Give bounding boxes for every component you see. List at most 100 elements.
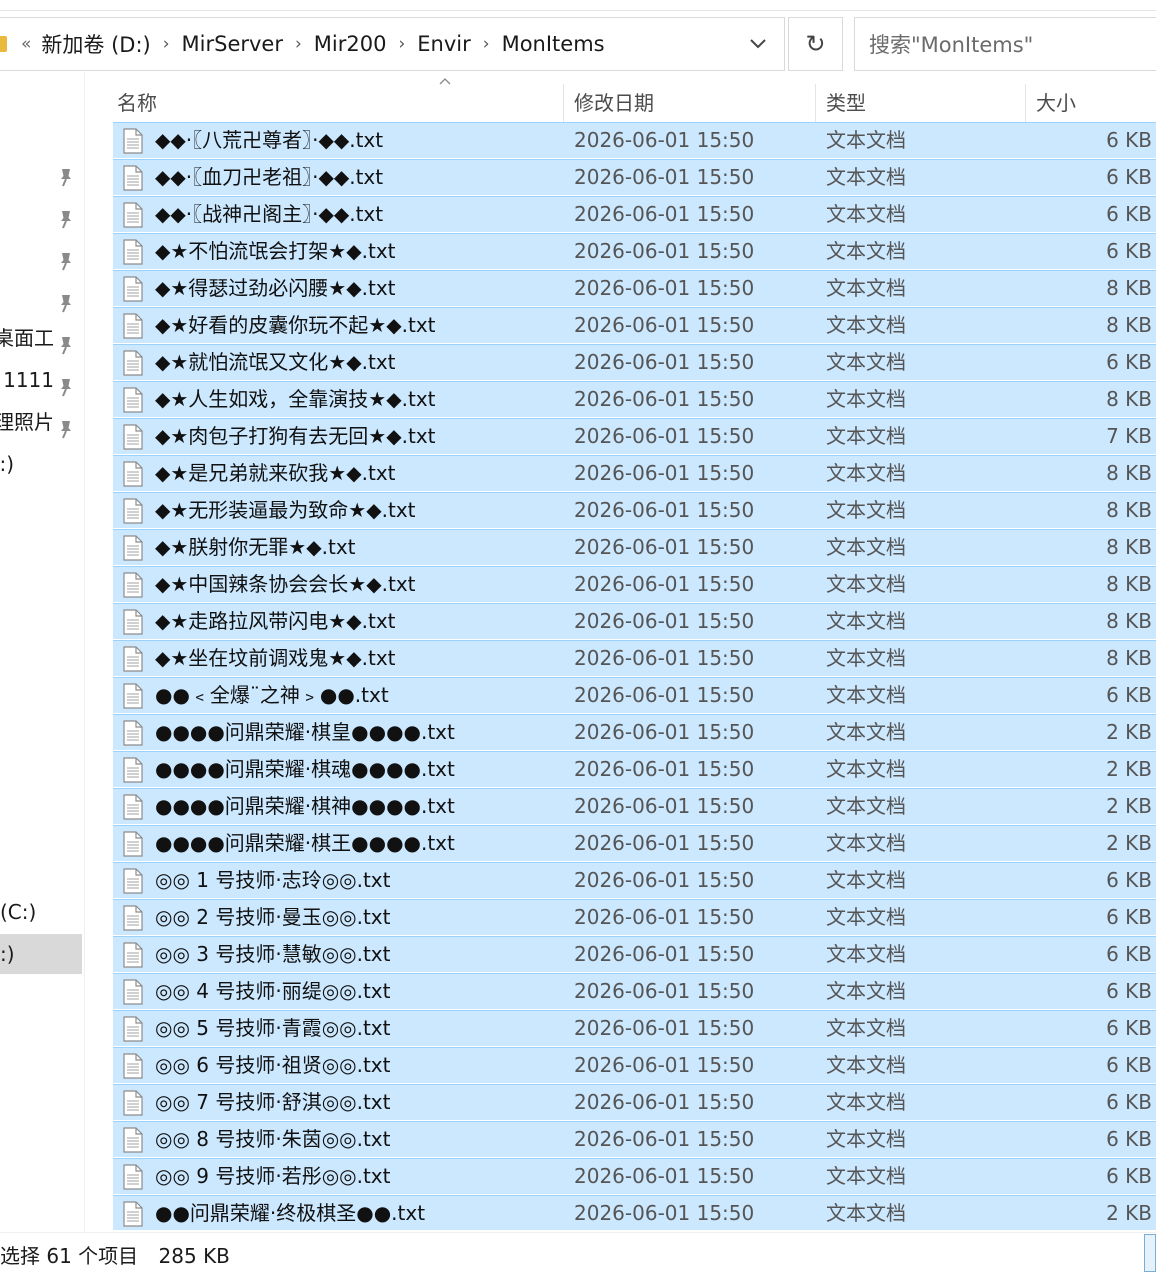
pin-icon[interactable] <box>56 412 76 439</box>
breadcrumb-mir200[interactable]: Mir200 <box>314 32 387 56</box>
nav-quick-access-item[interactable] <box>0 234 82 274</box>
breadcrumb-chevron-icon[interactable]: › <box>163 34 170 54</box>
column-header-size[interactable]: 大小 <box>1032 80 1156 126</box>
search-box[interactable] <box>854 17 1156 71</box>
file-row[interactable]: ◎◎ 4 号技师·丽缇◎◎.txt 2026-06-01 15:50 文本文档 6 K… <box>113 973 1156 1009</box>
file-row[interactable]: ◆★肉包子打狗有去无回★◆.txt 2026-06-01 15:50 文本文档 7 K… <box>113 418 1156 454</box>
file-type: 文本文档 <box>826 1016 906 1040</box>
file-row[interactable]: ●●●●问鼎荣耀·棋皇●●●●.txt 2026-06-01 15:50 文本文档 2… <box>113 714 1156 750</box>
file-row[interactable]: ●●●●问鼎荣耀·棋神●●●●.txt 2026-06-01 15:50 文本文档 2… <box>113 788 1156 824</box>
text-file-icon <box>123 942 143 968</box>
file-row[interactable]: ●●﹤全爆¨之神﹥●●.txt 2026-06-01 15:50 文本文档 6 KB <box>113 677 1156 713</box>
file-row[interactable]: ◎◎ 5 号技师·青霞◎◎.txt 2026-06-01 15:50 文本文档 6 K… <box>113 1010 1156 1046</box>
text-file-icon <box>123 572 143 598</box>
column-header-name[interactable]: 名称 <box>113 80 563 126</box>
pin-icon[interactable] <box>56 370 76 397</box>
column-header-date[interactable]: 修改日期 <box>570 80 815 126</box>
file-name: ◆★好看的皮囊你玩不起★◆.txt <box>155 313 436 337</box>
breadcrumb-envir[interactable]: Envir <box>417 32 470 56</box>
file-row[interactable]: ◎◎ 3 号技师·慧敏◎◎.txt 2026-06-01 15:50 文本文档 6 K… <box>113 936 1156 972</box>
file-row[interactable]: ◆★就怕流氓又文化★◆.txt 2026-06-01 15:50 文本文档 6 KB <box>113 344 1156 380</box>
file-date: 2026-06-01 15:50 <box>574 1016 755 1040</box>
nav-quick-access-item[interactable]: 理照片 <box>0 402 82 442</box>
breadcrumb-mirserver[interactable]: MirServer <box>182 32 283 56</box>
file-row[interactable]: ◎◎ 8 号技师·朱茵◎◎.txt 2026-06-01 15:50 文本文档 6 K… <box>113 1121 1156 1157</box>
breadcrumb-chevron-icon[interactable]: › <box>398 34 405 54</box>
file-date: 2026-06-01 15:50 <box>574 942 755 966</box>
search-input[interactable] <box>867 30 1151 60</box>
pin-icon[interactable] <box>56 328 76 355</box>
breadcrumb-chevron-icon[interactable]: › <box>483 34 490 54</box>
refresh-button[interactable]: ↻ <box>788 17 843 71</box>
nav-item-label: 理照片 <box>0 410 54 434</box>
file-type: 文本文档 <box>826 757 906 781</box>
column-resize-handle[interactable] <box>563 84 564 124</box>
nav-quick-access-item[interactable] <box>0 276 82 316</box>
file-list[interactable]: ◆◆·〖八荒卍尊者〗·◆◆.txt 2026-06-01 15:50 文本文档 6 K… <box>113 122 1156 1230</box>
file-size: 2 KB <box>1106 1201 1152 1225</box>
file-row[interactable]: ◎◎ 1 号技师·志玲◎◎.txt 2026-06-01 15:50 文本文档 6 K… <box>113 862 1156 898</box>
file-name: ◎◎ 4 号技师·丽缇◎◎.txt <box>155 979 391 1003</box>
navigation-pane-divider[interactable] <box>84 72 85 1232</box>
file-row[interactable]: ◆★无形装逼最为致命★◆.txt 2026-06-01 15:50 文本文档 8 KB <box>113 492 1156 528</box>
file-row[interactable]: ●●问鼎荣耀·终极棋圣●●.txt 2026-06-01 15:50 文本文档 2 K… <box>113 1195 1156 1230</box>
file-row[interactable]: ◆★朕射你无罪★◆.txt 2026-06-01 15:50 文本文档 8 KB <box>113 529 1156 565</box>
file-row[interactable]: ◎◎ 2 号技师·曼玉◎◎.txt 2026-06-01 15:50 文本文档 6 K… <box>113 899 1156 935</box>
pin-icon[interactable] <box>56 160 76 187</box>
nav-drive-item[interactable]: (C:) <box>0 892 82 932</box>
file-name: ◎◎ 7 号技师·舒淇◎◎.txt <box>155 1090 391 1114</box>
column-resize-handle[interactable] <box>1025 84 1026 124</box>
file-type: 文本文档 <box>826 276 906 300</box>
file-type: 文本文档 <box>826 942 906 966</box>
file-name: ◎◎ 1 号技师·志玲◎◎.txt <box>155 868 391 892</box>
file-row[interactable]: ◆★人生如戏，全靠演技★◆.txt 2026-06-01 15:50 文本文档 8 K… <box>113 381 1156 417</box>
text-file-icon <box>123 461 143 487</box>
file-row[interactable]: ◆★走路拉风带闪电★◆.txt 2026-06-01 15:50 文本文档 8 KB <box>113 603 1156 639</box>
file-row[interactable]: ◆★中国辣条协会会长★◆.txt 2026-06-01 15:50 文本文档 8 KB <box>113 566 1156 602</box>
nav-quick-access-item[interactable]: 1111 <box>0 360 82 400</box>
nav-drive-item[interactable]: :) <box>0 934 82 974</box>
file-name: ◆★不怕流氓会打架★◆.txt <box>155 239 396 263</box>
text-file-icon <box>123 313 143 339</box>
file-type: 文本文档 <box>826 831 906 855</box>
file-row[interactable]: ◎◎ 9 号技师·若彤◎◎.txt 2026-06-01 15:50 文本文档 6 K… <box>113 1158 1156 1194</box>
file-row[interactable]: ●●●●问鼎荣耀·棋王●●●●.txt 2026-06-01 15:50 文本文档 2… <box>113 825 1156 861</box>
address-bar[interactable]: « 新加卷 (D:) › MirServer › Mir200 › Envir … <box>0 17 785 71</box>
nav-quick-access-item[interactable] <box>0 192 82 232</box>
address-history-button[interactable] <box>732 18 784 70</box>
breadcrumb-overflow-icon[interactable]: « <box>21 34 31 54</box>
file-row[interactable]: ◎◎ 6 号技师·祖贤◎◎.txt 2026-06-01 15:50 文本文档 6 K… <box>113 1047 1156 1083</box>
file-size: 6 KB <box>1106 1164 1152 1188</box>
file-size: 8 KB <box>1106 313 1152 337</box>
breadcrumb-chevron-icon[interactable]: › <box>295 34 302 54</box>
file-type: 文本文档 <box>826 387 906 411</box>
file-size: 8 KB <box>1106 535 1152 559</box>
text-file-icon <box>123 1164 143 1190</box>
file-row[interactable]: ◆◆·〖八荒卍尊者〗·◆◆.txt 2026-06-01 15:50 文本文档 6 K… <box>113 122 1156 158</box>
file-row[interactable]: ◆★好看的皮囊你玩不起★◆.txt 2026-06-01 15:50 文本文档 8 K… <box>113 307 1156 343</box>
file-row[interactable]: ◎◎ 7 号技师·舒淇◎◎.txt 2026-06-01 15:50 文本文档 6 K… <box>113 1084 1156 1120</box>
file-row[interactable]: ◆★得瑟过劲必闪腰★◆.txt 2026-06-01 15:50 文本文档 8 KB <box>113 270 1156 306</box>
pin-icon[interactable] <box>56 244 76 271</box>
nav-quick-access-item[interactable] <box>0 150 82 190</box>
file-row[interactable]: ◆★是兄弟就来砍我★◆.txt 2026-06-01 15:50 文本文档 8 KB <box>113 455 1156 491</box>
file-row[interactable]: ◆★不怕流氓会打架★◆.txt 2026-06-01 15:50 文本文档 6 KB <box>113 233 1156 269</box>
file-name: ◆★人生如戏，全靠演技★◆.txt <box>155 387 436 411</box>
file-row[interactable]: ◆◆·〖血刀卍老祖〗·◆◆.txt 2026-06-01 15:50 文本文档 6 K… <box>113 159 1156 195</box>
breadcrumb-monitems[interactable]: MonItems <box>502 32 605 56</box>
breadcrumb-drive[interactable]: 新加卷 (D:) <box>41 29 150 59</box>
details-view-button[interactable] <box>1144 1234 1156 1272</box>
text-file-icon <box>123 831 143 857</box>
file-row[interactable]: ◆◆·〖战神卍阁主〗·◆◆.txt 2026-06-01 15:50 文本文档 6 K… <box>113 196 1156 232</box>
column-header-type[interactable]: 类型 <box>822 80 1025 126</box>
column-resize-handle[interactable] <box>815 84 816 124</box>
file-row[interactable]: ◆★坐在坟前调戏鬼★◆.txt 2026-06-01 15:50 文本文档 8 KB <box>113 640 1156 676</box>
file-type: 文本文档 <box>826 794 906 818</box>
file-row[interactable]: ●●●●问鼎荣耀·棋魂●●●●.txt 2026-06-01 15:50 文本文档 2… <box>113 751 1156 787</box>
file-name: ●●●●问鼎荣耀·棋魂●●●●.txt <box>155 757 455 781</box>
nav-quick-access-item[interactable]: :) <box>0 444 82 484</box>
pin-icon[interactable] <box>56 286 76 313</box>
nav-quick-access-item[interactable]: 5桌面工 <box>0 318 82 358</box>
pin-icon[interactable] <box>56 202 76 229</box>
window-top-border <box>0 10 1156 11</box>
